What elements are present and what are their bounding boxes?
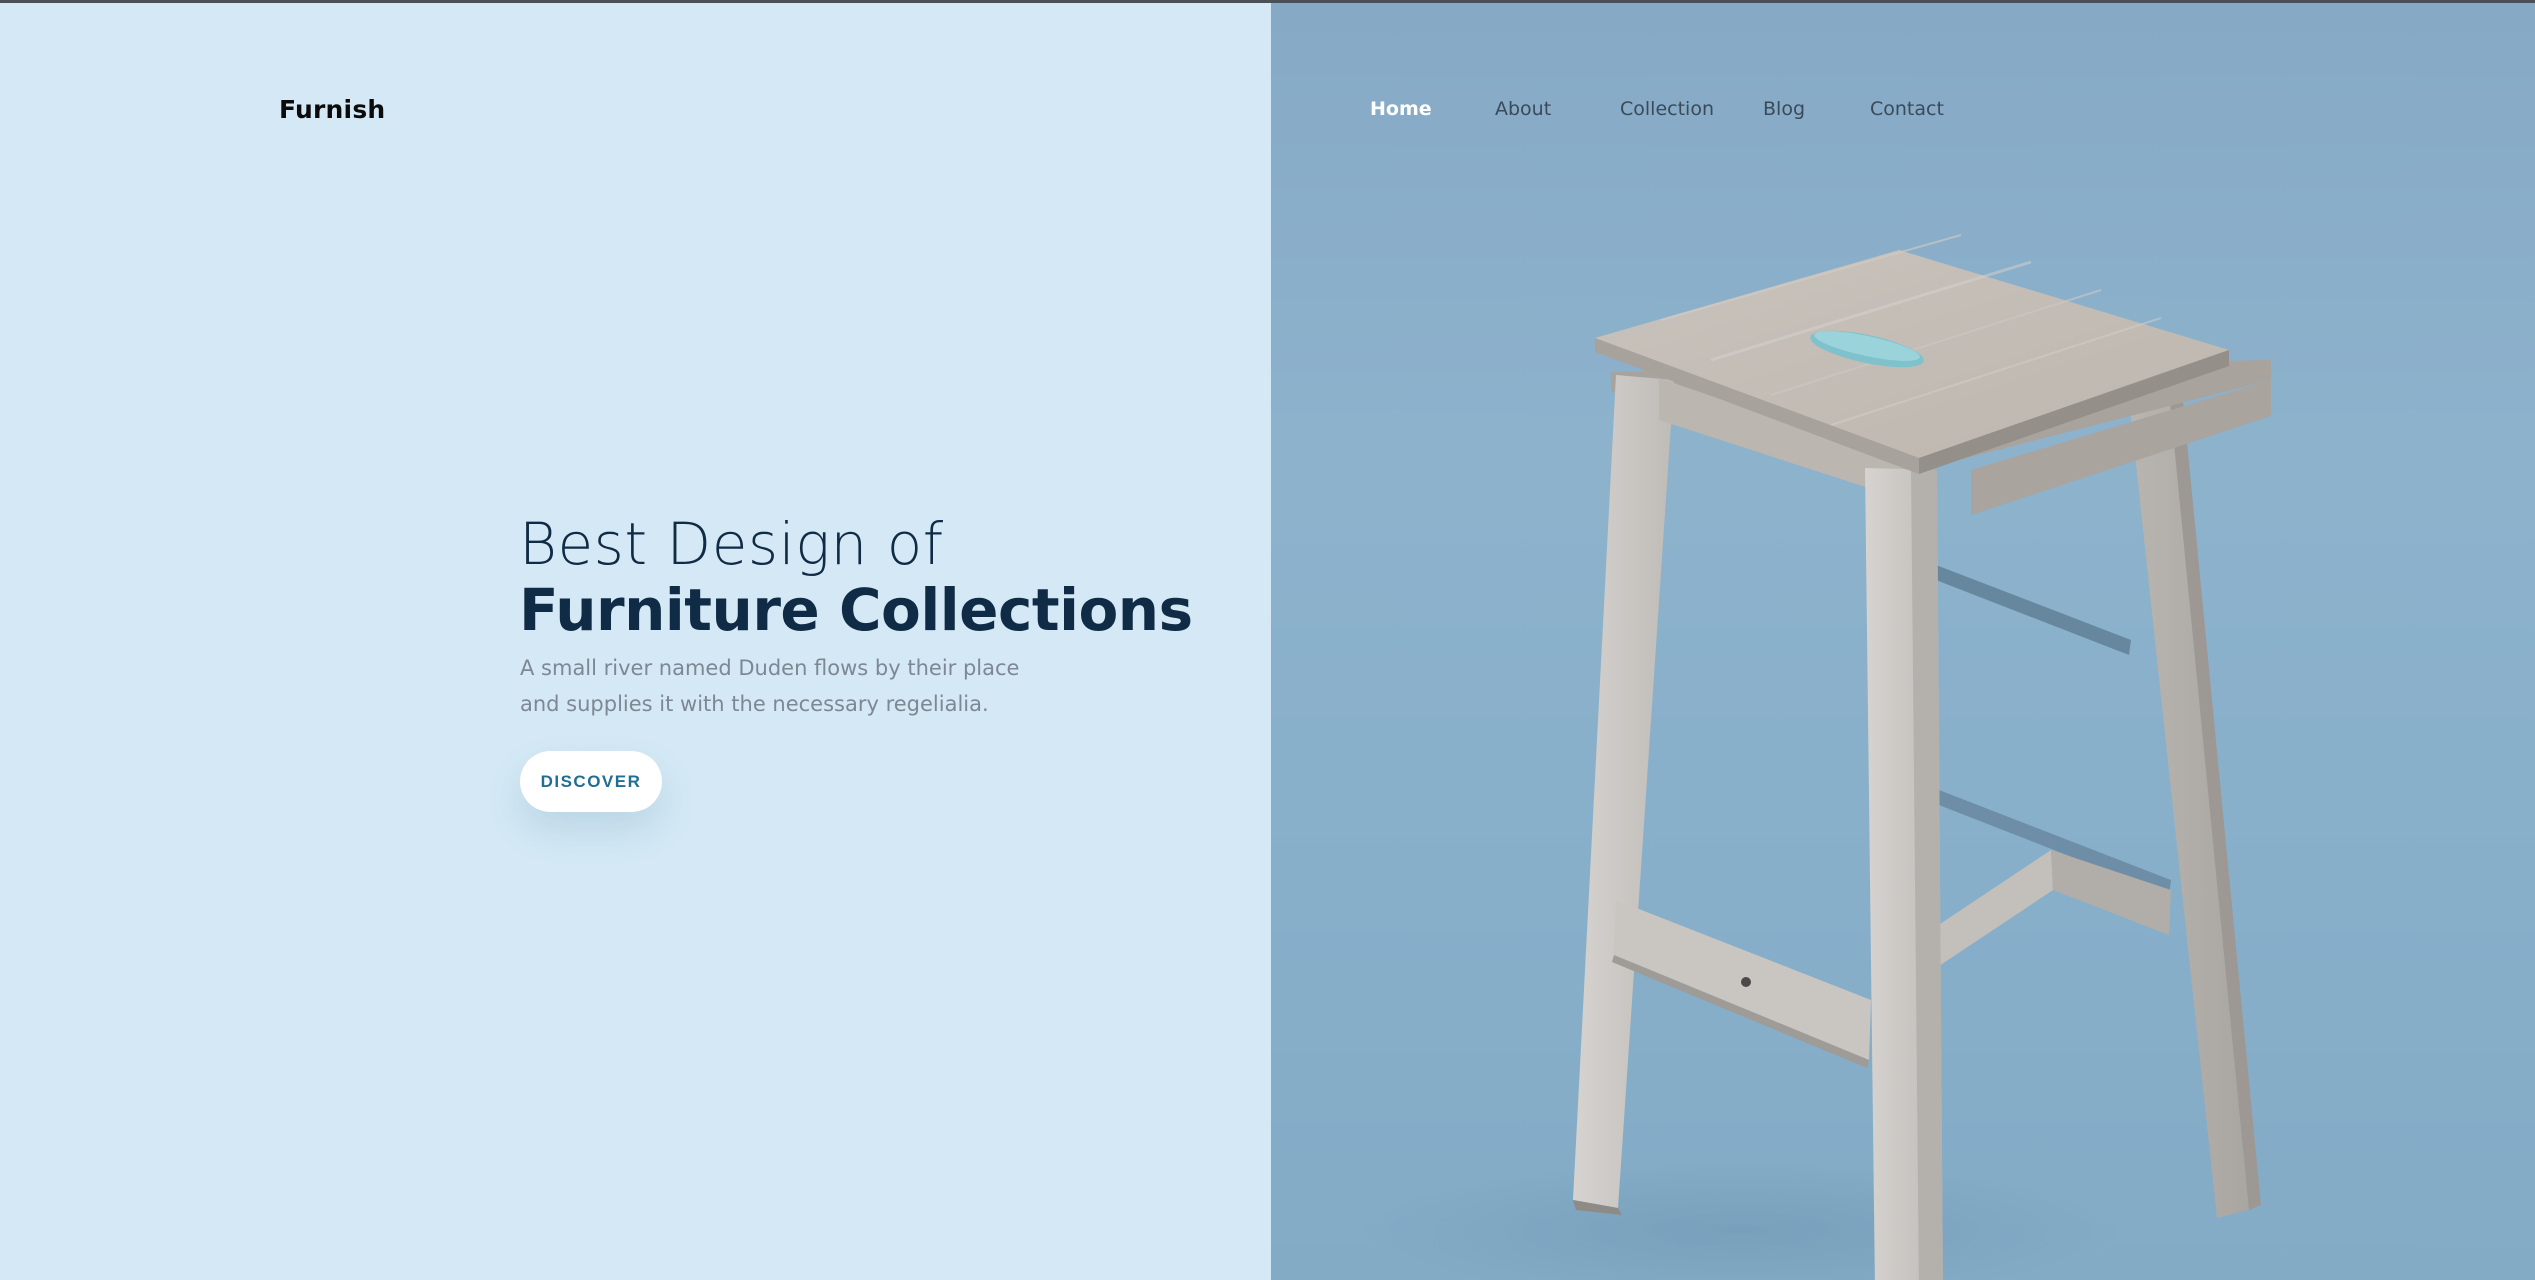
nav-blog[interactable]: Blog — [1763, 98, 1805, 120]
hero-image-panel — [1271, 0, 2535, 1280]
nav-contact[interactable]: Contact — [1870, 98, 1944, 120]
hero-description-line-1: A small river named Duden flows by their… — [520, 656, 1020, 680]
hero-title-bold: Furniture Collections — [519, 576, 1193, 644]
hero-description: A small river named Duden flows by their… — [520, 650, 1080, 722]
nav-home[interactable]: Home — [1370, 98, 1432, 120]
wooden-stool-image — [1361, 234, 2271, 1280]
nav-collection[interactable]: Collection — [1620, 98, 1714, 120]
hero-title-light: Best Design of — [519, 510, 944, 578]
nav-about[interactable]: About — [1495, 98, 1551, 120]
top-border-line — [0, 0, 2535, 3]
discover-button[interactable]: DISCOVER — [520, 751, 662, 812]
main-navigation: Home About Collection Blog Contact — [0, 98, 2535, 128]
hero-description-line-2: and supplies it with the necessary regel… — [520, 692, 989, 716]
